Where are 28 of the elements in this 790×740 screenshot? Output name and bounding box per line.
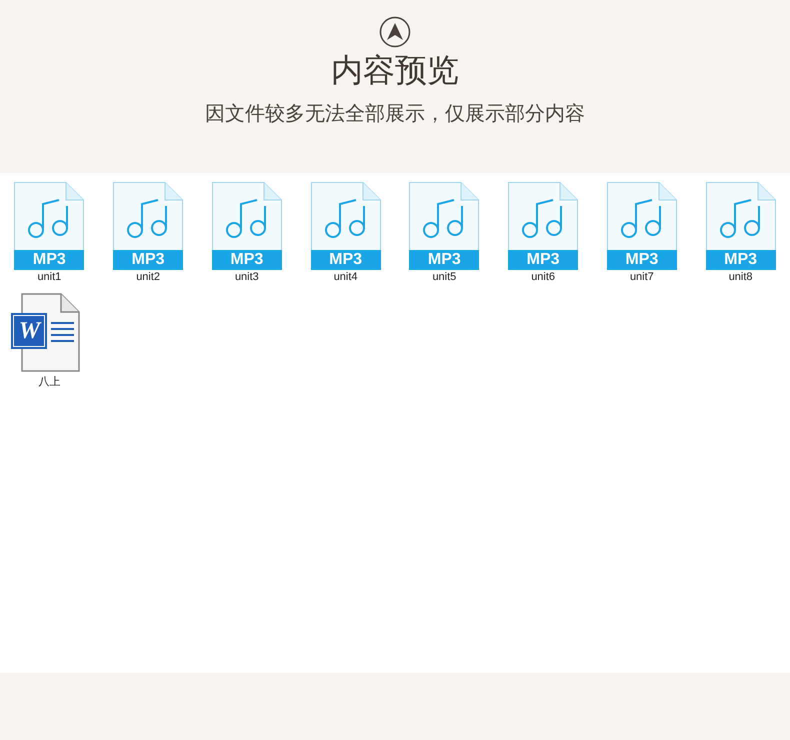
- audio-file-icon[interactable]: [706, 182, 776, 270]
- audio-file-icon[interactable]: [113, 182, 184, 270]
- file-type-label: MP3: [130, 250, 166, 270]
- preview-subtitle: 因文件较多无法全部展示，仅展示部分内容: [205, 100, 585, 127]
- file-type-label: MP3: [32, 250, 67, 270]
- file-name[interactable]: unit8: [728, 271, 753, 283]
- file-type-label: W: [14, 316, 44, 346]
- preview-title: 内容预览: [331, 50, 459, 90]
- audio-file-icon[interactable]: [606, 182, 677, 270]
- file-name[interactable]: unit4: [334, 271, 358, 283]
- file-name[interactable]: unit6: [531, 271, 556, 283]
- audio-file-icon[interactable]: [14, 182, 84, 270]
- file-type-label: MP3: [526, 250, 561, 270]
- file-name[interactable]: 八上: [38, 374, 60, 389]
- file-type-label: MP3: [426, 250, 462, 270]
- audio-file-icon[interactable]: [409, 182, 480, 270]
- file-name[interactable]: unit2: [136, 271, 160, 283]
- file-name[interactable]: unit7: [630, 271, 654, 283]
- file-type-label: MP3: [328, 250, 364, 270]
- file-name[interactable]: unit3: [234, 271, 259, 283]
- file-type-label: MP3: [229, 250, 264, 270]
- file-type-label: MP3: [723, 250, 758, 270]
- file-name[interactable]: unit1: [37, 271, 62, 283]
- file-name[interactable]: unit5: [432, 271, 456, 283]
- file-type-label: MP3: [624, 250, 660, 270]
- audio-file-icon[interactable]: [212, 182, 282, 270]
- audio-file-icon[interactable]: [310, 182, 381, 270]
- audio-file-icon[interactable]: [508, 182, 578, 270]
